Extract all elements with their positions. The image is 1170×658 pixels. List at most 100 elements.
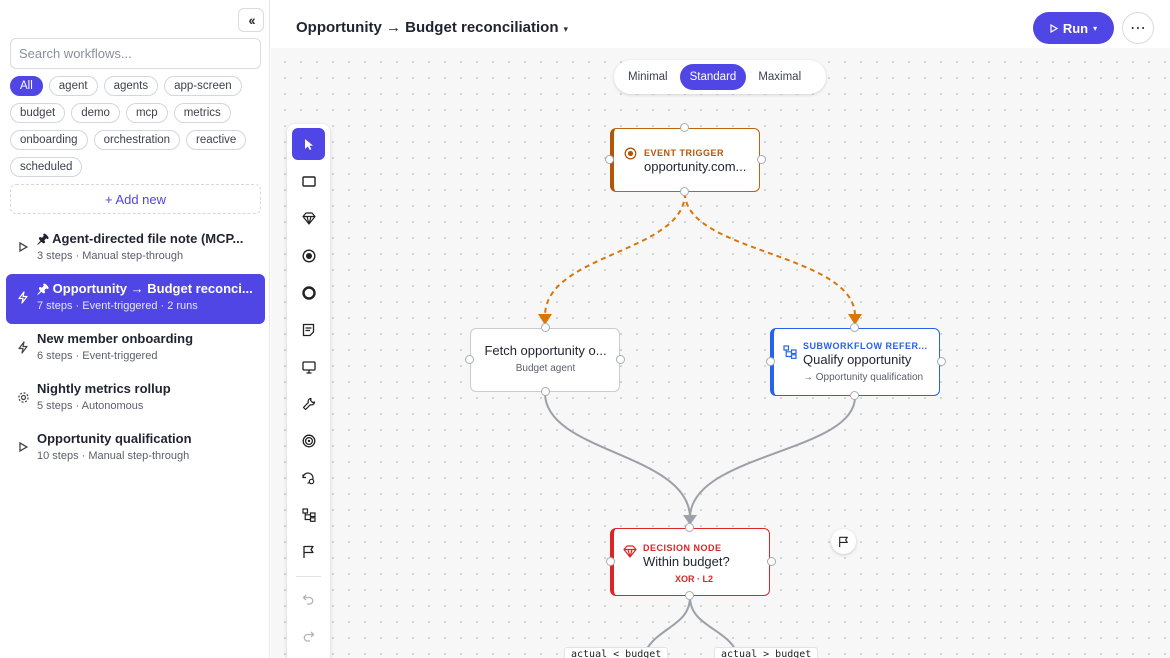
tag-filter[interactable]: app-screen [164,76,242,96]
radio-filled-icon [301,249,316,263]
tag-filter[interactable]: agents [103,76,159,96]
tag-filter[interactable]: agent [48,76,98,96]
connection-port[interactable] [685,591,694,600]
end-tool[interactable] [292,277,325,309]
connection-port[interactable] [850,323,859,332]
workflow-canvas[interactable]: Minimal Standard Maximal EVENT TRIGGER o… [271,48,1170,658]
view-mode-standard[interactable]: Standard [679,64,747,90]
note-tool[interactable] [292,314,325,346]
play-icon [1050,23,1058,33]
circle-icon [301,286,316,300]
schedule-tool[interactable] [292,462,325,494]
undo-button[interactable] [292,583,325,615]
edge-condition-label[interactable]: actual < budget [564,647,669,658]
edge-subworkflow-to-decision [689,396,856,519]
tag-filter[interactable]: metrics [173,103,231,123]
tag-filter[interactable]: demo [71,103,120,123]
subworkflow-tool[interactable] [292,499,325,531]
connection-port[interactable] [766,357,775,366]
node-title: Fetch opportunity o... [484,343,607,358]
workflow-title: Opportunity → Budget reconci... [52,281,253,296]
diamond-icon [301,211,316,225]
event-trigger-node[interactable]: EVENT TRIGGER opportunity.com... [605,123,766,196]
rectangle-tool[interactable] [292,165,325,197]
edge-trigger-to-fetch [544,192,686,317]
sidebar: ‹‹ All agent agents app-screen budget de… [0,0,270,658]
edge-condition-label[interactable]: actual > budget [714,647,819,658]
workflow-list-item[interactable]: New member onboarding 6 steps · Event-tr… [6,324,265,374]
target-icon [302,434,315,448]
workflow-list-item[interactable]: 🖈 Opportunity → Budget reconci... 7 step… [6,274,265,324]
event-tool[interactable] [292,240,325,272]
connection-port[interactable] [606,557,615,566]
wrench-icon [302,397,315,411]
chevron-down-icon: ▾ [1093,23,1098,33]
tag-filter[interactable]: mcp [125,103,168,123]
decision-node[interactable]: DECISION NODE Within budget? XOR · L2 [606,523,776,600]
connection-port[interactable] [680,187,689,196]
toolbar-divider [296,576,321,577]
decision-tool[interactable] [292,202,325,234]
view-mode-maximal[interactable]: Maximal [748,64,811,90]
add-milestone-button[interactable] [831,529,856,554]
tag-filter[interactable]: All [10,76,43,96]
edge-trigger-to-subworkflow [684,192,856,317]
node-title: opportunity.com... [644,159,747,174]
subworkflow-reference-node[interactable]: SUBWORKFLOW REFER... Qualify opportunity… [766,323,946,400]
play-icon [16,240,30,254]
tag-filter[interactable]: budget [10,103,66,123]
view-mode-minimal[interactable]: Minimal [618,64,678,90]
connection-port[interactable] [850,391,859,400]
add-new-workflow-button[interactable]: + Add new [10,184,261,214]
connection-port[interactable] [541,387,550,396]
workflow-title: Opportunity qualification [37,431,192,446]
workflow-list-item[interactable]: Opportunity qualification 10 steps · Man… [6,424,265,474]
chevron-down-icon: ▾ [563,24,569,34]
collapse-sidebar-button[interactable]: ‹‹ [238,8,264,32]
connection-port[interactable] [465,355,474,364]
milestone-tool[interactable] [292,536,325,568]
edge-fetch-to-decision [544,392,691,519]
history-gear-icon [302,471,315,484]
run-button[interactable]: Run ▾ [1033,12,1114,44]
bolt-icon [16,290,30,304]
more-options-button[interactable]: ⋯ [1122,12,1154,44]
workflow-meta: 5 steps · Autonomous [37,400,144,412]
pointer-tool[interactable] [292,128,325,160]
workflow-meta: 7 steps · Event-triggered · 2 runs [37,300,198,312]
header: Opportunity → Budget reconciliation ▾ Run… [271,0,1170,50]
pin-icon: 🖈 [37,231,50,246]
tag-filter[interactable]: onboarding [10,130,88,150]
connection-port[interactable] [757,155,766,164]
connection-port[interactable] [616,355,625,364]
monitor-icon [301,360,316,374]
workflow-list-item[interactable]: 🖈 Agent-directed file note (MCP... 3 ste… [6,224,265,274]
connection-port[interactable] [680,123,689,132]
search-input[interactable] [10,38,261,69]
goal-tool[interactable] [292,425,325,457]
connection-port[interactable] [605,155,614,164]
agent-task-node[interactable]: Fetch opportunity o... Budget agent [465,323,625,396]
connection-port[interactable] [685,523,694,532]
tag-filter[interactable]: scheduled [10,157,83,177]
pointer-icon [304,138,313,150]
redo-button[interactable] [292,620,325,652]
workflow-title: Agent-directed file note (MCP... [52,231,244,246]
connection-port[interactable] [937,357,946,366]
screen-tool[interactable] [292,351,325,383]
play-icon [16,440,30,454]
tag-filter[interactable]: reactive [186,130,247,150]
page-title: Opportunity → Budget reconciliation [296,19,559,36]
workflow-title-dropdown[interactable]: Opportunity → Budget reconciliation ▾ [296,19,568,36]
tool-palette [287,124,330,658]
tool-tool[interactable] [292,388,325,420]
connection-port[interactable] [767,557,776,566]
workflow-list-item[interactable]: Nightly metrics rollup 5 steps · Autonom… [6,374,265,424]
workflow-meta: 10 steps · Manual step-through [37,450,190,462]
pin-icon: 🖈 [37,281,50,296]
note-icon [302,323,315,337]
bolt-icon [16,340,30,354]
tag-filter[interactable]: orchestration [93,130,181,150]
diamond-icon [623,545,637,563]
connection-port[interactable] [541,323,550,332]
